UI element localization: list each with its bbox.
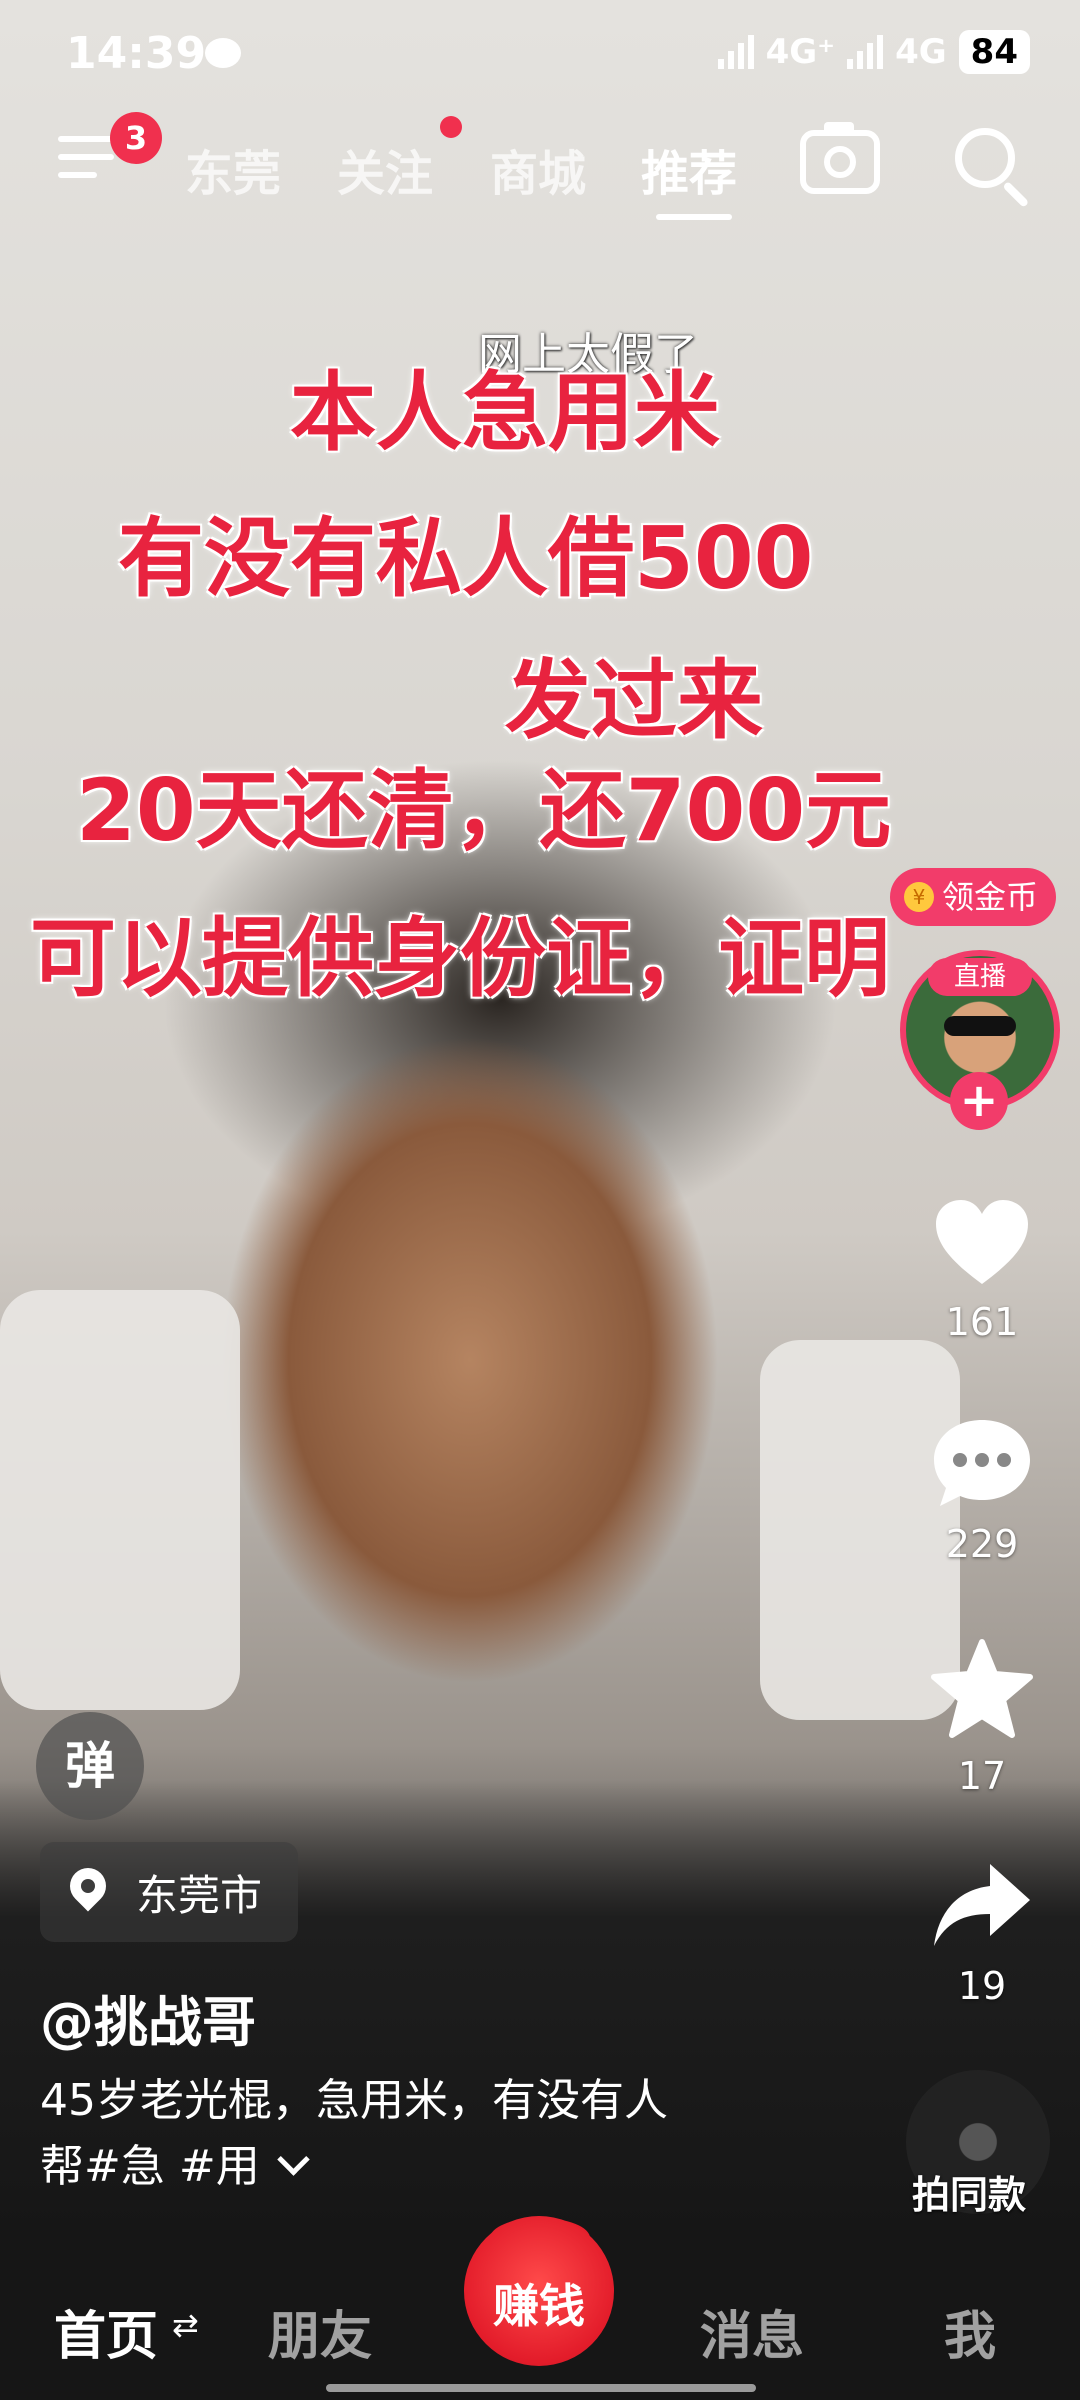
earn-money-label: 赚钱 (493, 2279, 585, 2333)
nav-me[interactable]: 我 (944, 2294, 996, 2369)
coin-icon: ¥ (904, 882, 934, 912)
comment-button[interactable]: 229 (922, 1414, 1042, 1566)
avatar-glasses (944, 1016, 1016, 1036)
location-pin-icon (68, 1868, 108, 1916)
caption-line-1: 本人急用米 (290, 363, 720, 463)
favorite-count: 17 (957, 1754, 1007, 1798)
tab-following[interactable]: 关注 (337, 134, 433, 204)
nav-home[interactable]: 首页 (54, 2294, 158, 2369)
network-type-2: 4G (895, 32, 947, 72)
active-tab-indicator (656, 214, 732, 220)
tab-city[interactable]: 东莞 (185, 134, 281, 204)
live-badge: 直播 (928, 958, 1032, 996)
follow-button[interactable]: + (950, 1072, 1008, 1130)
nav-friends[interactable]: 朋友 (268, 2294, 372, 2369)
description-line-1: 45岁老光棍，急用米，有没有人 (40, 2075, 668, 2126)
author-name[interactable]: @挑战哥 (40, 1978, 256, 2057)
use-sound-label[interactable]: 拍同款 (912, 2164, 1026, 2219)
caption-line-5: 可以提供身份证，证明 (30, 909, 890, 1009)
camera-icon[interactable] (800, 122, 880, 194)
message-bubble-icon (205, 38, 241, 68)
location-label: 东莞市 (136, 1870, 263, 1920)
favorite-button[interactable]: 17 (922, 1638, 1042, 1798)
description-line-2: 帮#急 #用 (40, 2141, 260, 2192)
caption-line-3: 发过来 (505, 651, 763, 751)
pillow-left (0, 1290, 240, 1710)
tab-mall[interactable]: 商城 (490, 134, 586, 204)
danmaku-toggle[interactable]: 弹 (36, 1712, 144, 1820)
location-tag[interactable]: 东莞市 (40, 1842, 299, 1942)
video-description[interactable]: 45岁老光棍，急用米，有没有人 帮#急 #用 (40, 2068, 820, 2200)
like-button[interactable]: 161 (922, 1196, 1042, 1344)
status-bar: 14:39 4G⁺ 4G 84 (0, 24, 1080, 84)
expand-chevron-icon[interactable] (276, 2143, 310, 2176)
caption-line-2: 有没有私人借500 (118, 509, 814, 609)
menu-button[interactable] (58, 136, 114, 190)
top-nav: 3 东莞 关注 商城 推荐 (0, 112, 1080, 220)
comment-icon (934, 1420, 1030, 1506)
tab-recommended[interactable]: 推荐 (641, 134, 737, 204)
following-dot-badge (440, 116, 462, 138)
signal-icon (717, 35, 754, 69)
search-icon[interactable] (955, 128, 1015, 188)
menu-badge: 3 (110, 112, 162, 164)
swap-icon: ⇄ (172, 2306, 199, 2344)
status-time: 14:39 (66, 28, 207, 79)
network-type-1: 4G⁺ (765, 32, 836, 72)
battery-indicator: 84 (958, 30, 1030, 74)
nav-messages[interactable]: 消息 (700, 2294, 804, 2369)
get-coins-label: 领金币 (942, 878, 1039, 916)
heart-icon (936, 1200, 1028, 1284)
signal-icon-2 (847, 35, 884, 69)
star-icon (931, 1639, 1033, 1738)
comment-count: 229 (945, 1522, 1019, 1566)
like-count: 161 (945, 1300, 1019, 1344)
share-arrow-icon (934, 1864, 1030, 1946)
share-count: 19 (957, 1964, 1007, 2008)
caption-line-4: 20天还清，还700元 (76, 761, 892, 861)
home-indicator[interactable] (326, 2384, 756, 2392)
share-button[interactable]: 19 (922, 1860, 1042, 2008)
get-coins-button[interactable]: ¥ 领金币 (890, 868, 1057, 926)
